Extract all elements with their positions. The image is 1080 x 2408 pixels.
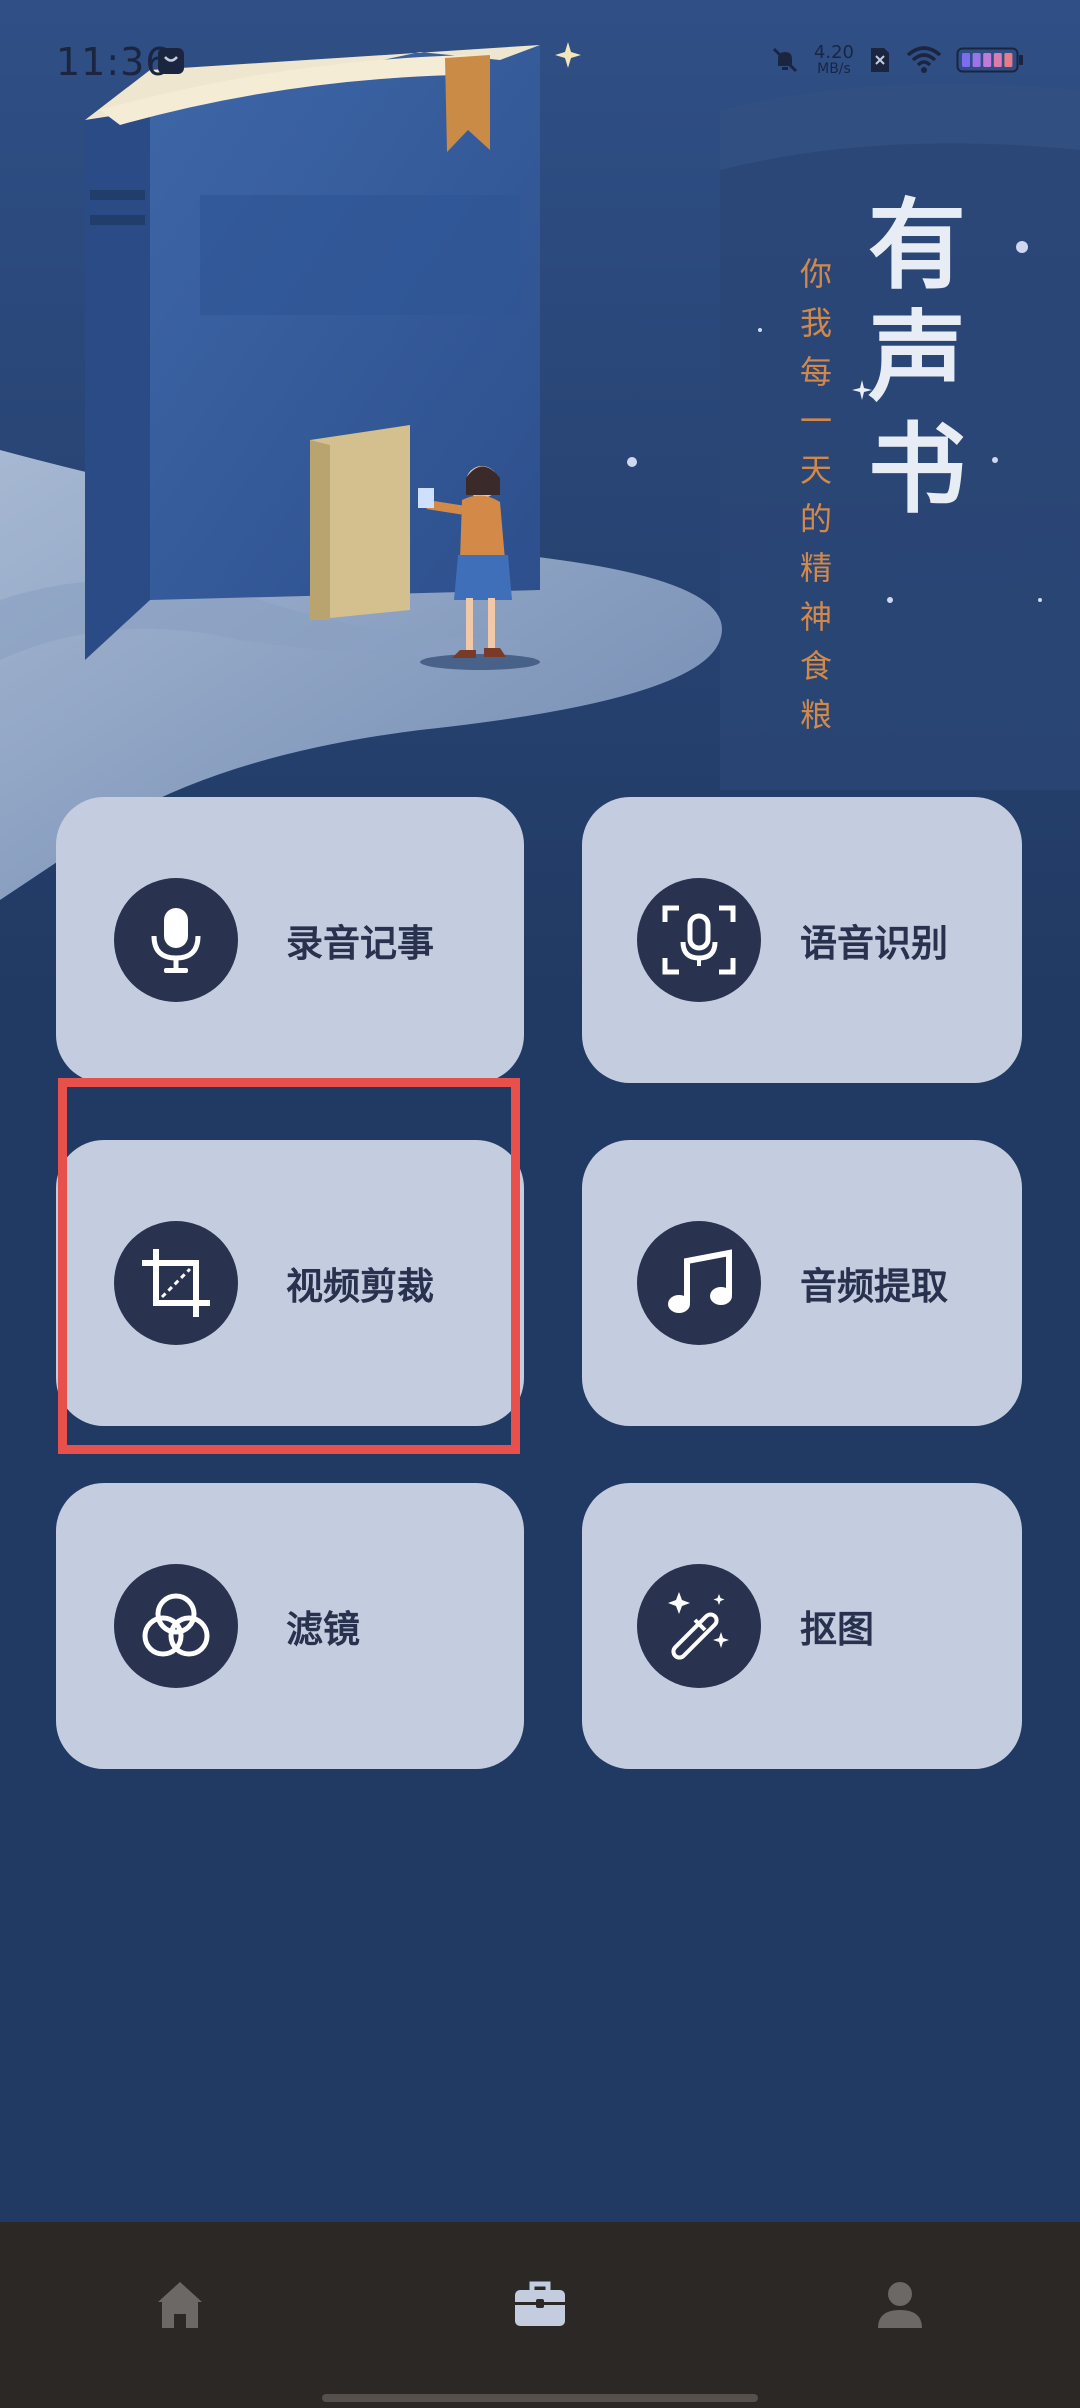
- nav-toolbox[interactable]: [500, 2264, 580, 2344]
- tool-label: 滤镜: [286, 1608, 360, 1651]
- status-time: 11:36: [56, 40, 171, 84]
- battery-cell: [1004, 53, 1013, 67]
- hero-title-char: 书: [867, 413, 966, 527]
- hero-subtitle-char: 天: [799, 451, 832, 489]
- status-bar: 11:36 4.20 MB/s: [0, 0, 1080, 120]
- hero-subtitle-char: 食: [799, 647, 832, 685]
- profile-icon: [878, 2282, 922, 2328]
- tool-card-filter[interactable]: 滤镜: [56, 1483, 524, 1769]
- nav-profile[interactable]: [860, 2264, 940, 2344]
- battery-cell: [993, 53, 1002, 67]
- tool-icon-badge: [114, 878, 238, 1002]
- tool-card-video-crop[interactable]: 视频剪裁: [56, 1140, 524, 1426]
- tool-icon-badge: [637, 1221, 761, 1345]
- network-speed-unit: MB/s: [817, 61, 851, 77]
- network-speed-value: 4.20: [813, 42, 854, 63]
- notification-bag-icon: [158, 48, 184, 74]
- hero-subtitle-char: 一: [799, 402, 832, 440]
- sim-card-icon: [871, 48, 889, 72]
- battery-icon: [956, 47, 1023, 73]
- hero-subtitle-char: 每: [799, 353, 832, 391]
- tool-icon-badge: [637, 1564, 761, 1688]
- magic-wand-icon: [668, 1592, 729, 1660]
- battery-cell: [983, 53, 992, 67]
- hero-title-char: 声: [867, 301, 966, 415]
- music-note-icon: [668, 1249, 732, 1313]
- battery-cell: [972, 53, 981, 67]
- tool-label: 录音记事: [286, 922, 434, 965]
- tool-card-speech-recognition[interactable]: 语音识别: [582, 797, 1022, 1083]
- home-icon: [158, 2282, 202, 2328]
- crop-icon: [142, 1249, 210, 1317]
- hero-subtitle-char: 神: [799, 598, 832, 636]
- hero-title-char: 有: [867, 189, 966, 303]
- hero-subtitle: 你 我 每 一 天 的 精 神 食 粮: [794, 250, 838, 740]
- voice-recognition-icon: [662, 905, 736, 975]
- tool-icon-badge: [637, 878, 761, 1002]
- mute-bell-icon: [772, 47, 797, 73]
- tool-label: 音频提取: [800, 1265, 948, 1308]
- microphone-icon: [151, 908, 201, 973]
- wifi-icon: [906, 46, 942, 73]
- hero-subtitle-char: 粮: [799, 696, 832, 734]
- tool-icon-badge: [114, 1564, 238, 1688]
- tool-icon-badge: [114, 1221, 238, 1345]
- app-screen: 11:36 4.20 MB/s 有 声 书 你 我 每 一 天 的 精 神 食 …: [0, 0, 1080, 2408]
- tool-label: 视频剪裁: [286, 1265, 434, 1308]
- status-right-group: 4.20 MB/s: [770, 40, 1024, 80]
- nav-home[interactable]: [140, 2264, 220, 2344]
- tool-label: 语音识别: [800, 922, 948, 965]
- toolbox-icon: [515, 2281, 565, 2326]
- home-indicator: [322, 2394, 758, 2402]
- hero-subtitle-char: 你: [799, 255, 832, 293]
- battery-cell: [962, 53, 970, 67]
- tool-card-audio-extract[interactable]: 音频提取: [582, 1140, 1022, 1426]
- tool-card-cutout[interactable]: 抠图: [582, 1483, 1022, 1769]
- bottom-navigation: [0, 2222, 1080, 2408]
- tool-label: 抠图: [800, 1608, 874, 1651]
- tool-card-voice-memo[interactable]: 录音记事: [56, 797, 524, 1083]
- hero-title: 有 声 书: [862, 190, 972, 526]
- hero-subtitle-char: 精: [799, 549, 832, 587]
- filter-icon: [142, 1593, 210, 1657]
- hero-subtitle-char: 的: [799, 500, 832, 538]
- network-speed: 4.20 MB/s: [813, 42, 854, 77]
- hero-subtitle-char: 我: [799, 304, 832, 342]
